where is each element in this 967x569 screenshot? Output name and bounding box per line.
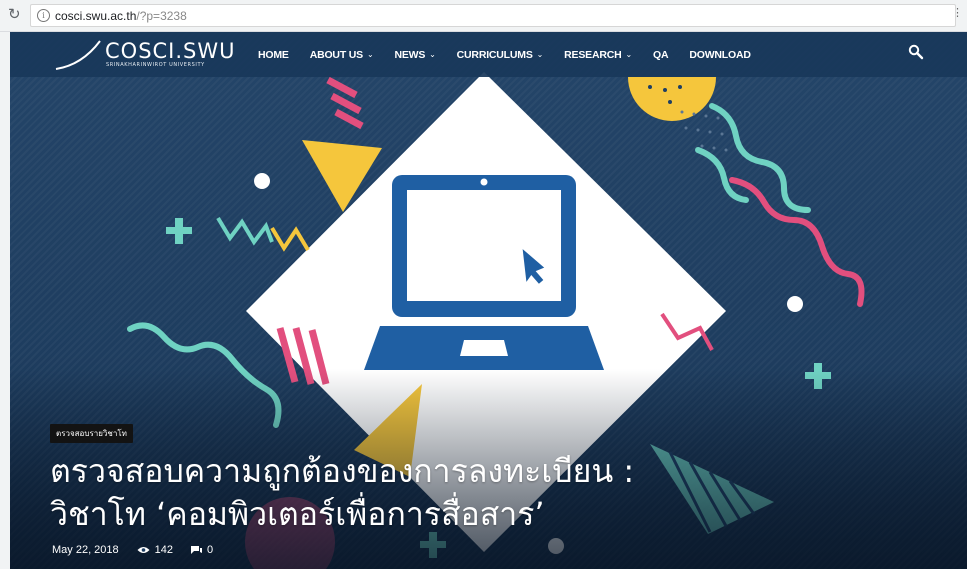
comment-icon <box>191 545 203 554</box>
views-value: 142 <box>154 544 174 556</box>
post-meta: May 22, 2018 142 0 <box>52 544 213 556</box>
url-path: /?p=3238 <box>136 9 187 23</box>
main-menu: HOME ABOUT US ⌄ NEWS ⌄ CURRICULUMS ⌄ RESEARCH ⌄ Q… <box>258 32 772 77</box>
post-title-line1: ตรวจสอบความถูกต้องของการลงทะเบียน : <box>50 452 635 490</box>
chevron-down-icon: ⌄ <box>366 50 374 59</box>
post-title[interactable]: ตรวจสอบความถูกต้องของการลงทะเบียน : วิชาโ… <box>50 450 930 536</box>
kebab-menu-icon[interactable]: ⋮ <box>952 6 963 19</box>
nav-item-label: HOME <box>258 48 289 61</box>
yellow-zigzag <box>270 226 310 252</box>
nav-item-about-us[interactable]: ABOUT US ⌄ <box>310 49 374 61</box>
url-text[interactable]: cosci.swu.ac.th/?p=3238 <box>55 9 187 23</box>
browser-toolbar: ↻ i cosci.swu.ac.th/?p=3238 ⋮ <box>0 0 967 32</box>
url-host: cosci.swu.ac.th <box>55 9 137 23</box>
info-icon[interactable]: i <box>37 9 50 22</box>
nav-item-curriculums[interactable]: CURRICULUMS ⌄ <box>456 48 544 61</box>
nav-item-label: DOWNLOAD <box>689 48 751 61</box>
nav-item-home[interactable]: HOME <box>258 49 289 61</box>
page: COSCI.SWU SRINAKHARINWIROT UNIVERSITY HO… <box>10 32 967 569</box>
category-badge[interactable]: ตรวจสอบรายวิชาโท <box>50 424 133 443</box>
nav-item-label: RESEARCH <box>564 48 622 61</box>
pink-squiggle-right <box>729 177 865 307</box>
chevron-down-icon: ⌄ <box>536 50 544 59</box>
yellow-semicircle <box>628 77 716 121</box>
nav-item-label: CURRICULUMS <box>456 48 533 61</box>
address-bar[interactable]: i cosci.swu.ac.th/?p=3238 <box>30 4 956 27</box>
nav-item-label: QA <box>653 48 669 61</box>
logo-swoosh-icon[interactable] <box>54 39 106 71</box>
pink-stripes-top <box>326 76 364 130</box>
chevron-down-icon: ⌄ <box>625 50 632 59</box>
teal-zigzag <box>216 216 274 246</box>
top-navigation: COSCI.SWU SRINAKHARINWIROT UNIVERSITY HO… <box>10 32 967 77</box>
nav-item-download[interactable]: DOWNLOAD <box>689 48 751 61</box>
nav-item-label: NEWS <box>394 48 426 61</box>
nav-item-qa[interactable]: QA <box>653 48 669 61</box>
site-logo[interactable]: COSCI.SWU <box>105 39 236 63</box>
reload-icon[interactable]: ↻ <box>8 7 21 23</box>
site-logo-subtext: SRINAKHARINWIROT UNIVERSITY <box>106 62 205 68</box>
comments-count[interactable]: 0 <box>191 544 213 556</box>
comments-value: 0 <box>207 544 214 556</box>
nav-item-label: ABOUT US <box>309 48 363 61</box>
post-title-line2: วิชาโท ‘คอมพิวเตอร์เพื่อการสื่อสาร’ <box>50 495 545 533</box>
laptop-icon <box>364 175 604 370</box>
post-date: May 22, 2018 <box>52 544 119 556</box>
chevron-down-icon: ⌄ <box>429 50 436 59</box>
nav-item-news[interactable]: NEWS ⌄ <box>394 49 435 61</box>
eye-icon <box>137 547 150 553</box>
search-icon[interactable] <box>908 44 924 60</box>
nav-item-research[interactable]: RESEARCH ⌄ <box>564 49 632 61</box>
views-count: 142 <box>137 544 173 556</box>
